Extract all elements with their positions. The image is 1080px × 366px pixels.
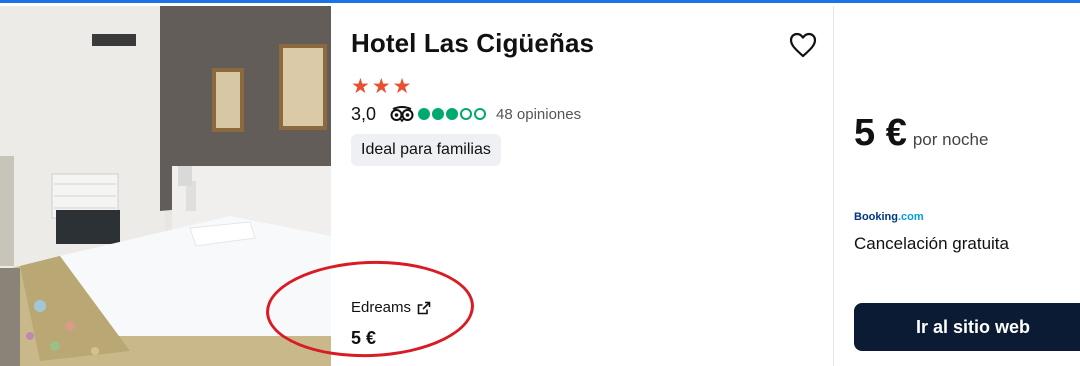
booking-com-logo: Booking.com (854, 211, 924, 223)
bubble-empty-icon (460, 108, 473, 120)
booking-logo-suffix: .com (898, 211, 924, 223)
star-icon: ★ (371, 75, 391, 98)
review-rating-row[interactable]: 3,0 48 opiniones (351, 103, 581, 125)
star-icon: ★ (392, 75, 412, 98)
best-deal-section: 5 € por noche Booking.com Cancelación gr… (834, 6, 1080, 366)
rating-value: 3,0 (351, 103, 377, 124)
hotel-photo[interactable] (0, 6, 331, 366)
bubble-full-icon (418, 108, 431, 120)
go-to-website-button[interactable]: Ir al sitio web (854, 303, 1080, 351)
per-night-label: por noche (912, 130, 989, 149)
reviews-count-link[interactable]: 48 opiniones (496, 106, 581, 123)
heart-outline-icon[interactable] (789, 32, 817, 58)
family-tag-badge: Ideal para familias (351, 134, 501, 166)
hotel-star-rating: ★ ★ ★ (351, 76, 411, 97)
offer-provider-link[interactable]: Edreams (351, 299, 431, 316)
hotel-info-section: Hotel Las Cigüeñas ★ ★ ★ 3,0 48 opinione… (331, 6, 833, 366)
rating-bubbles (418, 108, 487, 120)
booking-logo-text: Booking (854, 211, 898, 223)
offer-provider-name: Edreams (351, 299, 412, 316)
bubble-full-icon (446, 108, 459, 120)
best-price[interactable]: 5 € por noche (854, 112, 988, 155)
bubble-empty-icon (474, 108, 487, 120)
free-cancellation-label: Cancelación gratuita (854, 234, 1009, 253)
hotel-name[interactable]: Hotel Las Cigüeñas (351, 28, 594, 59)
owl-icon (390, 106, 414, 122)
star-icon: ★ (351, 75, 370, 98)
offer-provider-price[interactable]: 5 € (351, 328, 376, 349)
best-price-value: 5 € (854, 112, 907, 154)
bubble-full-icon (432, 108, 445, 120)
external-link-icon (417, 301, 431, 314)
hotel-result-card[interactable]: Hotel Las Cigüeñas ★ ★ ★ 3,0 48 opinione… (0, 0, 1080, 366)
